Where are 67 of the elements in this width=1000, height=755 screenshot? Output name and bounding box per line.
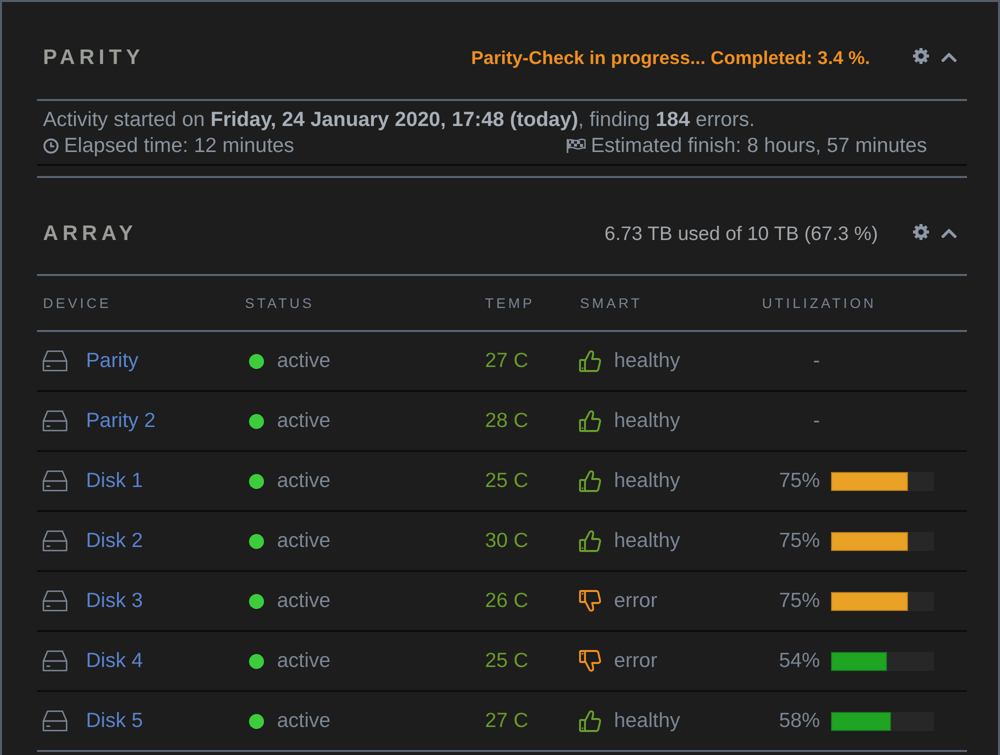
- thumbs-down-icon: [579, 589, 601, 613]
- hard-drive-icon: [42, 530, 68, 552]
- status-text: active: [277, 589, 331, 613]
- temperature-text: 27 C: [485, 349, 528, 373]
- utilization-text: 58%: [778, 709, 820, 733]
- chevron-up-icon[interactable]: [941, 228, 957, 238]
- status-text: active: [277, 529, 331, 553]
- device-link[interactable]: Parity: [86, 349, 138, 373]
- status-text: active: [277, 709, 331, 733]
- thumbs-up-icon: [579, 469, 601, 493]
- smart-status-text: healthy: [614, 709, 680, 733]
- hard-drive-icon: [42, 350, 68, 372]
- thumbs-up-icon: [579, 409, 601, 433]
- utilization-text: 75%: [778, 469, 820, 493]
- settings-icon[interactable]: [913, 224, 929, 240]
- smart-status-text: healthy: [614, 529, 680, 553]
- temperature-text: 28 C: [485, 409, 528, 433]
- thumbs-up-icon: [579, 529, 601, 553]
- hard-drive-icon: [42, 650, 68, 672]
- device-link[interactable]: Parity 2: [86, 409, 156, 433]
- array-usage-text: 6.73 TB used of 10 TB (67.3 %): [604, 222, 878, 246]
- utilization-text: -: [812, 409, 820, 433]
- settings-icon[interactable]: [913, 48, 929, 64]
- temperature-text: 30 C: [485, 529, 528, 553]
- status-text: active: [277, 469, 331, 493]
- column-header: DEVICE: [43, 295, 112, 311]
- device-link[interactable]: Disk 4: [86, 649, 143, 673]
- smart-status-text: healthy: [614, 469, 680, 493]
- temperature-text: 26 C: [485, 589, 528, 613]
- parity-status-text: Parity-Check in progress... Completed: 3.4 %.: [471, 47, 870, 69]
- column-header: SMART: [580, 295, 644, 311]
- device-link[interactable]: Disk 2: [86, 529, 143, 553]
- elapsed-time-text: Elapsed time: 12 minutes: [64, 133, 294, 159]
- utilization-text: 54%: [778, 649, 820, 673]
- column-header: UTILIZATION: [762, 295, 878, 311]
- activity-text: Activity started on Friday, 24 January 2020, 17:48 (today), finding 184 errors.: [43, 107, 755, 133]
- hard-drive-icon: [42, 590, 68, 612]
- column-header: STATUS: [245, 295, 316, 311]
- thumbs-up-icon: [579, 709, 601, 733]
- utilization-text: 75%: [778, 529, 820, 553]
- status-text: active: [277, 409, 331, 433]
- smart-status-text: error: [614, 589, 658, 613]
- temperature-text: 25 C: [485, 469, 528, 493]
- smart-status-text: error: [614, 649, 658, 673]
- utilization-text: 75%: [778, 589, 820, 613]
- hard-drive-icon: [42, 470, 68, 492]
- hard-drive-icon: [42, 410, 68, 432]
- column-header: TEMP: [485, 295, 536, 311]
- temperature-text: 27 C: [485, 709, 528, 733]
- smart-status-text: healthy: [614, 349, 680, 373]
- section-title: PARITY: [43, 46, 144, 70]
- hard-drive-icon: [42, 710, 68, 732]
- checkered-flag-icon: [566, 138, 586, 154]
- chevron-up-icon[interactable]: [941, 52, 957, 62]
- thumbs-up-icon: [579, 349, 601, 373]
- smart-status-text: healthy: [614, 409, 680, 433]
- estimated-finish-text: Estimated finish: 8 hours, 57 minutes: [590, 133, 927, 159]
- thumbs-down-icon: [579, 649, 601, 673]
- section-title: ARRAY: [43, 222, 138, 246]
- utilization-text: -: [812, 349, 820, 373]
- device-link[interactable]: Disk 3: [86, 589, 143, 613]
- device-link[interactable]: Disk 5: [86, 709, 143, 733]
- temperature-text: 25 C: [485, 649, 528, 673]
- status-text: active: [277, 649, 331, 673]
- device-link[interactable]: Disk 1: [86, 469, 143, 493]
- clock-icon: [43, 138, 59, 154]
- status-text: active: [277, 349, 331, 373]
